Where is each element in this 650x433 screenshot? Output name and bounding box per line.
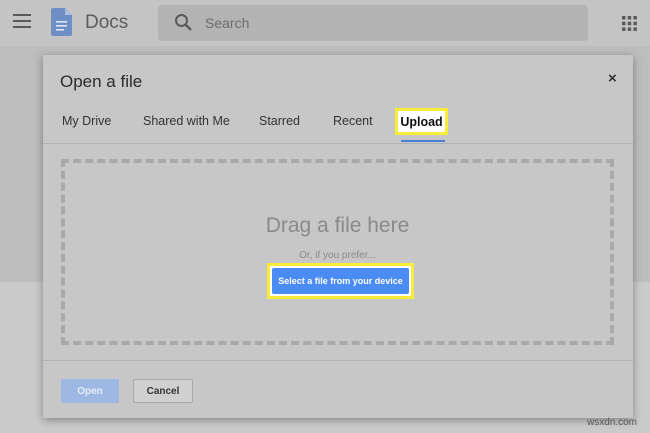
search-placeholder: Search [205, 15, 250, 31]
tab-upload[interactable]: Upload [395, 108, 448, 135]
dialog-tabs: My Drive Shared with Me Starred Recent U… [43, 105, 633, 145]
drop-zone-subtitle: Or, if you prefer... [299, 250, 376, 261]
search-input[interactable]: Search [158, 5, 588, 41]
top-app-bar: Docs Search [0, 0, 650, 46]
tab-recent[interactable]: Recent [333, 114, 373, 128]
tabs-divider [43, 143, 633, 144]
hamburger-menu-icon[interactable] [13, 14, 31, 28]
watermark-text: wsxdn.com [587, 417, 638, 428]
apps-grid-icon[interactable] [622, 16, 637, 31]
select-file-button[interactable]: Select a file from your device [272, 268, 409, 294]
tab-starred[interactable]: Starred [259, 114, 300, 128]
open-button: Open [61, 379, 119, 403]
file-drop-zone[interactable]: Drag a file here Or, if you prefer... Se… [61, 159, 614, 345]
footer-divider [43, 360, 633, 361]
tab-selected-indicator [401, 140, 445, 142]
open-file-dialog: Open a file × My Drive Shared with Me St… [43, 55, 633, 418]
search-icon [175, 14, 192, 31]
drop-zone-title: Drag a file here [265, 214, 410, 237]
cancel-button[interactable]: Cancel [133, 379, 193, 403]
tab-my-drive[interactable]: My Drive [62, 114, 111, 128]
close-icon[interactable]: × [608, 70, 617, 87]
tab-shared-with-me[interactable]: Shared with Me [143, 114, 230, 128]
app-title: Docs [85, 12, 129, 33]
docs-logo-icon[interactable] [51, 8, 72, 36]
dialog-title: Open a file [60, 72, 143, 91]
select-file-highlight: Select a file from your device [267, 263, 414, 299]
